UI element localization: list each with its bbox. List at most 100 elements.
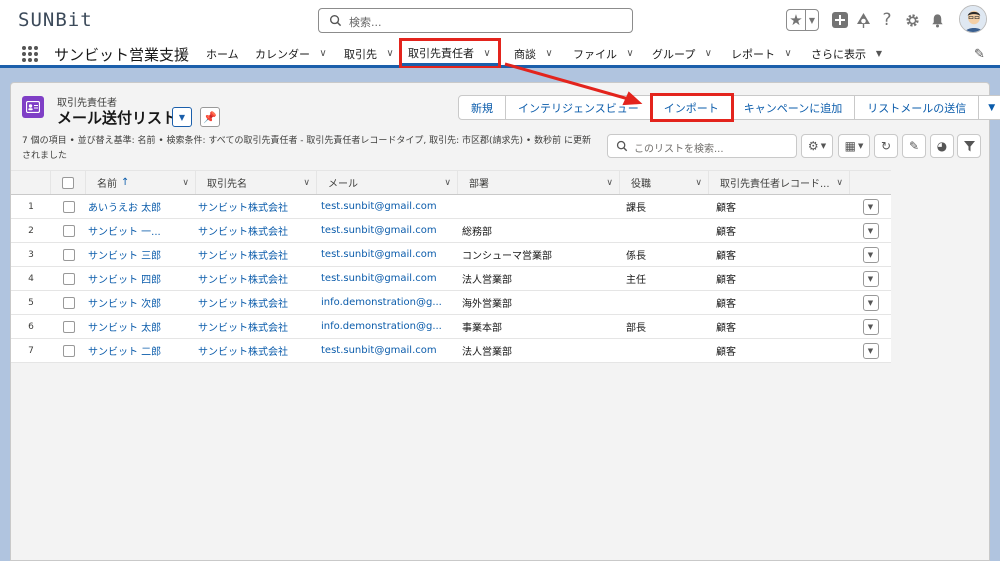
column-header-department[interactable]: 部署 ∨ [458,171,620,194]
column-header-email[interactable]: メール ∨ [317,171,458,194]
list-search-input[interactable]: このリストを検索... [607,134,797,158]
row-action-menu-icon[interactable]: ▼ [862,318,879,335]
contact-name-link[interactable]: サンビット 次郎 [86,291,196,314]
avatar[interactable] [959,5,987,33]
account-name-link[interactable]: サンビット株式会社 [196,267,317,290]
add-icon[interactable] [831,10,849,30]
nav-item-reports[interactable]: レポート ∨ [731,40,793,67]
contact-name-link[interactable]: あいうえお 太郎 [86,195,196,218]
account-name-link[interactable]: サンビット株式会社 [196,339,317,362]
account-name-link[interactable]: サンビット株式会社 [196,315,317,338]
nav-item-files[interactable]: ファイル ∨ [573,40,635,67]
email-link[interactable]: test.sunbit@gmail.com [317,243,458,266]
pin-icon[interactable]: 📌 [200,107,220,127]
row-checkbox[interactable] [51,291,86,314]
nav-item-label: 商談 [514,47,536,61]
row-action-menu-icon[interactable]: ▼ [862,246,879,263]
email-link[interactable]: info.demonstration@g... [317,291,458,314]
global-search-input[interactable]: 検索... [318,8,633,33]
contact-name-link[interactable]: サンビット 四郎 [86,267,196,290]
chevron-down-icon[interactable]: ∨ [482,48,492,59]
row-action-menu-icon[interactable]: ▼ [862,222,879,239]
refresh-icon[interactable]: ↻ [874,134,898,158]
chevron-down-icon[interactable]: ∨ [695,178,702,188]
title-cell [620,339,709,362]
trailhead-icon[interactable] [854,10,872,30]
email-link[interactable]: test.sunbit@gmail.com [317,339,458,362]
edit-icon[interactable]: ✎ [902,134,926,158]
email-link[interactable]: test.sunbit@gmail.com [317,195,458,218]
chevron-down-icon[interactable]: ∨ [544,48,554,59]
chevron-down-icon: ▼ [808,15,816,25]
chevron-down-icon[interactable]: ∨ [303,178,310,188]
edit-nav-icon[interactable]: ✎ [974,47,985,62]
chevron-down-icon[interactable]: ∨ [783,48,793,59]
nav-item-opportunities[interactable]: 商談 ∨ [514,40,554,67]
email-link[interactable]: test.sunbit@gmail.com [317,219,458,242]
row-checkbox[interactable] [51,243,86,266]
nav-item-accounts[interactable]: 取引先 ∨ [344,40,395,67]
chevron-down-icon[interactable]: ∨ [444,178,451,188]
row-action-menu-icon[interactable]: ▼ [862,270,879,287]
filter-icon[interactable] [957,134,981,158]
nav-item-contacts[interactable]: 取引先責任者 ∨ [399,38,501,68]
column-header-title[interactable]: 役職 ∨ [620,171,709,194]
row-action-menu-icon[interactable]: ▼ [862,198,879,215]
table-row: 2 サンビット 一... サンビット株式会社 test.sunbit@gmail.co… [11,219,891,243]
nav-item-groups[interactable]: グループ ∨ [652,40,713,67]
chart-icon[interactable]: ◕ [930,134,954,158]
table-icon: ▦ [844,139,856,153]
send-list-email-button[interactable]: リストメールの送信 [855,95,980,120]
row-action-menu-icon[interactable]: ▼ [862,342,879,359]
intelligence-view-button[interactable]: インテリジェンスビュー [506,95,652,120]
email-link[interactable]: test.sunbit@gmail.com [317,267,458,290]
chevron-down-icon[interactable]: ∨ [182,178,189,188]
contact-name-link[interactable]: サンビット 一... [86,219,196,242]
favorites-button[interactable]: ★ ▼ [786,9,819,31]
add-to-campaign-button[interactable]: キャンペーンに追加 [731,95,856,120]
row-action-menu-icon[interactable]: ▼ [862,294,879,311]
row-checkbox[interactable] [51,315,86,338]
import-button[interactable]: インポート [649,93,734,122]
list-view-switcher-button[interactable]: ▼ [172,107,192,127]
column-header-record-type[interactable]: 取引先責任者レコード... ∨ [709,171,850,194]
chevron-down-icon[interactable]: ∨ [703,48,713,59]
chevron-down-icon[interactable]: ∨ [385,48,395,59]
row-checkbox[interactable] [51,339,86,362]
contact-name-link[interactable]: サンビット 太郎 [86,315,196,338]
column-header-account[interactable]: 取引先名 ∨ [196,171,317,194]
account-name-link[interactable]: サンビット株式会社 [196,243,317,266]
list-settings-button[interactable]: ⚙ ▼ [801,134,833,158]
display-as-button[interactable]: ▦ ▼ [838,134,870,158]
account-name-link[interactable]: サンビット株式会社 [196,195,317,218]
row-checkbox[interactable] [51,195,86,218]
title-cell: 部長 [626,323,646,334]
app-launcher-icon[interactable] [22,46,38,62]
caret-down-icon[interactable]: ▼ [874,49,884,58]
bell-icon[interactable] [928,10,946,30]
contact-name-link[interactable]: サンビット 二郎 [86,339,196,362]
chevron-down-icon[interactable]: ∨ [836,178,843,188]
account-name-link[interactable]: サンビット株式会社 [196,291,317,314]
nav-item-home[interactable]: ホーム [206,40,239,67]
chevron-down-icon[interactable]: ∨ [318,48,328,59]
chevron-down-icon[interactable]: ∨ [606,178,613,188]
nav-item-more[interactable]: さらに表示 ▼ [811,40,884,67]
row-checkbox[interactable] [51,219,86,242]
department-cell: 海外営業部 [462,299,512,310]
row-number: 6 [28,321,34,332]
help-icon[interactable]: ? [879,10,895,30]
new-button[interactable]: 新規 [458,95,506,120]
gear-icon[interactable] [903,10,921,30]
email-link[interactable]: info.demonstration@g... [317,315,458,338]
column-header-name[interactable]: 名前 ↑ ∨ [86,171,196,194]
contact-name-link[interactable]: サンビット 三郎 [86,243,196,266]
more-actions-button[interactable]: ▼ [979,95,1000,120]
list-view-card: 取引先責任者 メール送付リスト ▼ 📌 7 個の項目 • 並び替え基準: 名前 … [10,82,1000,561]
select-all-checkbox[interactable] [51,171,86,194]
chevron-down-icon[interactable]: ∨ [625,48,635,59]
row-number: 1 [28,201,34,212]
row-checkbox[interactable] [51,267,86,290]
account-name-link[interactable]: サンビット株式会社 [196,219,317,242]
nav-item-calendar[interactable]: カレンダー ∨ [255,40,328,67]
